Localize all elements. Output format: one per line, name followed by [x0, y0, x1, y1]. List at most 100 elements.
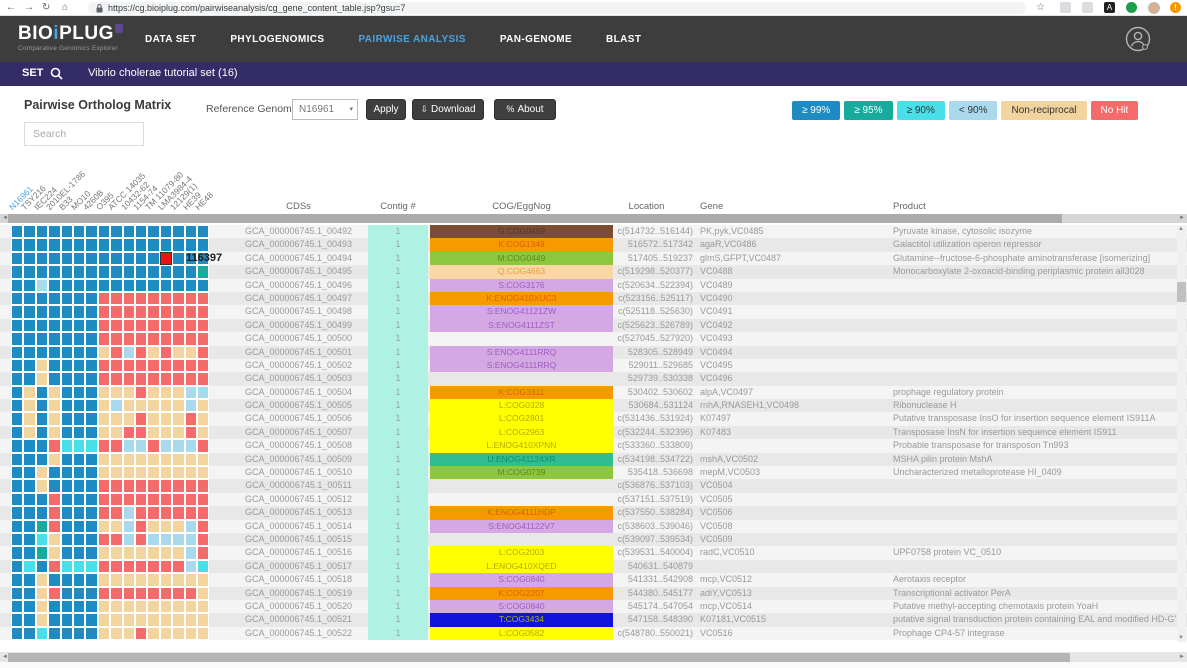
matrix-cell[interactable] [172, 453, 184, 466]
matrix-cell[interactable] [23, 386, 35, 399]
matrix-cell[interactable] [61, 238, 73, 251]
matrix-cell[interactable] [160, 412, 172, 425]
matrix-cell[interactable] [11, 319, 23, 332]
table-row[interactable]: GCA_000006745.1_005121c(537151..537519)V… [0, 493, 1187, 506]
matrix-cell[interactable] [48, 252, 60, 265]
table-row[interactable]: GCA_000006745.1_005191K:COG2207544380..5… [0, 587, 1187, 600]
matrix-cell[interactable] [36, 493, 48, 506]
column-header-cds[interactable]: CDSs [230, 201, 367, 212]
matrix-cell[interactable] [98, 319, 110, 332]
matrix-cell[interactable] [123, 265, 135, 278]
vertical-scrollbar[interactable]: ▲ ▼ [1177, 225, 1186, 642]
matrix-cell[interactable] [135, 319, 147, 332]
matrix-cell[interactable] [172, 560, 184, 573]
matrix-cell[interactable] [48, 279, 60, 292]
matrix-cell[interactable] [85, 439, 97, 452]
matrix-cell[interactable] [123, 319, 135, 332]
matrix-cell[interactable] [197, 346, 209, 359]
horizontal-scrollbar-bottom[interactable]: ◄ ► [0, 652, 1187, 662]
matrix-cell[interactable] [172, 627, 184, 640]
about-button[interactable]: %About [494, 99, 556, 120]
matrix-cell[interactable] [48, 506, 60, 519]
matrix-cell[interactable] [48, 439, 60, 452]
matrix-cell[interactable] [160, 225, 172, 238]
matrix-cell[interactable] [23, 346, 35, 359]
matrix-cell[interactable] [23, 238, 35, 251]
matrix-cell[interactable] [23, 520, 35, 533]
matrix-cell[interactable] [85, 546, 97, 559]
matrix-cell[interactable] [73, 305, 85, 318]
matrix-cell[interactable] [73, 613, 85, 626]
matrix-cell[interactable] [172, 573, 184, 586]
matrix-cell[interactable] [98, 520, 110, 533]
back-icon[interactable]: ← [6, 1, 16, 14]
matrix-cell[interactable] [110, 359, 122, 372]
matrix-cell[interactable] [73, 600, 85, 613]
matrix-cell[interactable] [160, 479, 172, 492]
matrix-cell[interactable] [85, 426, 97, 439]
matrix-cell[interactable] [11, 346, 23, 359]
matrix-cell[interactable] [197, 533, 209, 546]
matrix-cell[interactable] [160, 520, 172, 533]
matrix-cell[interactable] [11, 252, 23, 265]
table-row[interactable]: GCA_000006745.1_005021S:ENOG4111RRQ52901… [0, 359, 1187, 372]
scroll-right-icon[interactable]: ► [1179, 652, 1185, 662]
matrix-cell[interactable] [185, 493, 197, 506]
matrix-cell[interactable] [110, 399, 122, 412]
matrix-cell[interactable] [36, 292, 48, 305]
matrix-cell[interactable] [36, 600, 48, 613]
matrix-cell[interactable] [98, 412, 110, 425]
matrix-cell[interactable] [110, 386, 122, 399]
matrix-cell[interactable] [85, 386, 97, 399]
matrix-cell[interactable] [85, 305, 97, 318]
matrix-cell[interactable] [61, 292, 73, 305]
matrix-cell[interactable] [123, 399, 135, 412]
matrix-cell[interactable] [61, 252, 73, 265]
matrix-cell[interactable] [61, 305, 73, 318]
matrix-cell[interactable] [135, 520, 147, 533]
matrix-cell[interactable] [98, 573, 110, 586]
matrix-cell[interactable] [147, 386, 159, 399]
matrix-cell[interactable] [11, 613, 23, 626]
matrix-cell[interactable] [160, 466, 172, 479]
matrix-cell[interactable] [197, 279, 209, 292]
matrix-cell[interactable] [185, 412, 197, 425]
matrix-cell[interactable] [61, 613, 73, 626]
matrix-cell[interactable] [23, 600, 35, 613]
matrix-cell[interactable] [36, 252, 48, 265]
matrix-cell[interactable] [11, 493, 23, 506]
matrix-cell[interactable] [23, 359, 35, 372]
matrix-cell[interactable] [135, 292, 147, 305]
matrix-cell[interactable] [23, 453, 35, 466]
matrix-cell[interactable] [36, 319, 48, 332]
matrix-cell[interactable] [135, 560, 147, 573]
matrix-cell[interactable] [123, 627, 135, 640]
matrix-cell[interactable] [98, 546, 110, 559]
matrix-cell[interactable] [123, 372, 135, 385]
matrix-cell[interactable] [147, 573, 159, 586]
matrix-cell[interactable] [61, 600, 73, 613]
column-header-product[interactable]: Product [893, 201, 1133, 212]
matrix-cell[interactable] [61, 453, 73, 466]
matrix-cell[interactable] [48, 372, 60, 385]
matrix-cell[interactable] [11, 587, 23, 600]
matrix-cell[interactable] [11, 546, 23, 559]
matrix-cell[interactable] [11, 305, 23, 318]
matrix-cell[interactable] [110, 292, 122, 305]
matrix-cell[interactable] [23, 426, 35, 439]
matrix-cell[interactable] [135, 426, 147, 439]
table-row[interactable]: GCA_000006745.1_004931K:COG1349516572..5… [0, 238, 1187, 251]
home-icon[interactable]: ⌂ [62, 1, 68, 14]
matrix-cell[interactable] [110, 573, 122, 586]
matrix-cell[interactable] [135, 265, 147, 278]
matrix-cell[interactable] [36, 560, 48, 573]
matrix-cell[interactable] [135, 573, 147, 586]
matrix-cell[interactable] [160, 372, 172, 385]
matrix-cell[interactable] [185, 520, 197, 533]
matrix-cell[interactable] [48, 453, 60, 466]
matrix-cell[interactable] [110, 238, 122, 251]
matrix-cell[interactable] [61, 479, 73, 492]
matrix-cell[interactable] [135, 412, 147, 425]
nav-item-phylogenomics[interactable]: PHYLOGENOMICS [230, 34, 324, 45]
matrix-cell[interactable] [61, 506, 73, 519]
